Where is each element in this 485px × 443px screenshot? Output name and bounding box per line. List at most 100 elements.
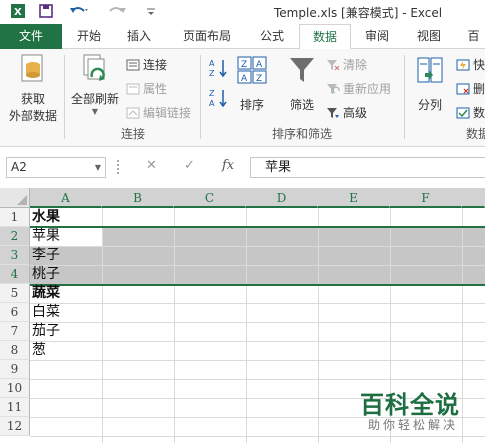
remove-duplicates-button[interactable]: 删	[456, 80, 485, 97]
data-validation-button[interactable]: 数	[456, 104, 485, 121]
formula-input[interactable]: 苹果	[250, 157, 485, 178]
sort-descending-icon: ZA	[209, 89, 227, 108]
svg-text:Z: Z	[209, 89, 215, 98]
split-columns-icon	[410, 55, 450, 88]
properties-icon	[126, 83, 140, 95]
redo-icon[interactable]	[106, 3, 128, 23]
flash-fill-icon	[456, 59, 470, 71]
tab-view[interactable]: 视图	[410, 24, 448, 49]
tab-data[interactable]: 数据	[299, 24, 351, 50]
gridline	[30, 341, 485, 342]
column-header[interactable]: F	[390, 188, 462, 208]
edit-links-button[interactable]: 编辑链接	[126, 104, 191, 121]
selection-border-top	[30, 226, 485, 228]
select-all-button[interactable]	[0, 188, 30, 208]
tab-home[interactable]: 开始	[70, 24, 108, 49]
gridline	[30, 303, 485, 304]
tab-more[interactable]: 百	[462, 24, 485, 49]
database-icon	[4, 53, 62, 88]
group-separator	[200, 55, 201, 139]
filter-button[interactable]: 筛选	[284, 55, 320, 113]
cell-a2[interactable]: 苹果	[32, 227, 60, 246]
get-external-data-button[interactable]: 获取 外部数据	[4, 53, 62, 124]
svg-text:Z: Z	[209, 69, 215, 78]
cell-a3[interactable]: 李子	[32, 246, 60, 265]
row-header[interactable]: 10	[0, 379, 30, 398]
gridline	[318, 208, 319, 443]
connections-button[interactable]: 连接	[126, 56, 167, 73]
connections-icon	[126, 59, 140, 71]
column-header[interactable]: C	[174, 188, 246, 208]
column-header[interactable]: B	[102, 188, 174, 208]
row-header[interactable]: 5	[0, 284, 30, 303]
tab-insert[interactable]: 插入	[120, 24, 158, 49]
row-header[interactable]: 11	[0, 398, 30, 417]
row-header[interactable]: 3	[0, 246, 30, 265]
ribbon-tabs: 文件 开始 插入 页面布局 公式 数据 审阅 视图 百	[0, 24, 485, 50]
row-header[interactable]: 7	[0, 322, 30, 341]
svg-text:A: A	[256, 60, 263, 70]
tab-file[interactable]: 文件	[0, 24, 62, 49]
reapply-button[interactable]: 重新应用	[326, 80, 391, 97]
text-to-columns-button[interactable]: 分列	[410, 55, 450, 113]
chevron-down-icon: ▼	[91, 107, 99, 116]
selection-border-bottom	[30, 284, 485, 286]
gridline	[102, 208, 103, 443]
column-header[interactable]: E	[318, 188, 390, 208]
properties-button[interactable]: 属性	[126, 80, 167, 97]
tab-formulas[interactable]: 公式	[254, 24, 290, 49]
cell-a5[interactable]: 蔬菜	[32, 284, 60, 303]
row-header[interactable]: 1	[0, 208, 30, 227]
gridline	[30, 246, 485, 247]
data-validation-icon	[456, 107, 470, 119]
column-header[interactable]: A	[30, 188, 102, 208]
sort-button[interactable]: ZAAZ 排序	[234, 55, 270, 113]
svg-text:A: A	[209, 59, 215, 68]
chevron-down-icon: ▼	[94, 163, 101, 172]
tab-review[interactable]: 审阅	[358, 24, 396, 49]
resize-handle[interactable]	[117, 160, 120, 174]
tab-page-layout[interactable]: 页面布局	[174, 24, 240, 49]
funnel-icon	[284, 55, 320, 88]
cancel-icon[interactable]: ✕	[146, 158, 157, 173]
flash-fill-button[interactable]: 快	[456, 56, 485, 73]
sort-descending-button[interactable]: ZA	[208, 87, 230, 112]
svg-text:Z: Z	[241, 60, 247, 70]
gridline	[246, 208, 247, 443]
row-header[interactable]: 4	[0, 265, 30, 284]
save-icon[interactable]	[38, 3, 54, 23]
customize-quick-access-icon[interactable]	[146, 3, 156, 23]
ribbon: 获取 外部数据 全部刷新 ▼ 连接 属性 编辑链接 连接 AZ ZA ZAAZ …	[0, 49, 485, 147]
insert-function-icon[interactable]: fx	[222, 158, 234, 173]
cell-a7[interactable]: 茄子	[32, 322, 60, 341]
cell-a4[interactable]: 桃子	[32, 265, 60, 284]
column-header[interactable]	[462, 188, 485, 208]
sort-ascending-button[interactable]: AZ	[208, 57, 230, 82]
row-header[interactable]: 9	[0, 360, 30, 379]
enter-icon[interactable]: ✓	[184, 158, 195, 173]
cell-a1[interactable]: 水果	[32, 208, 60, 227]
cell-a6[interactable]: 白菜	[32, 303, 60, 322]
svg-text:A: A	[241, 74, 248, 84]
cell-a8[interactable]: 葱	[32, 341, 46, 360]
row-header[interactable]: 2	[0, 227, 30, 246]
formula-bar: A2 ▼ ✕ ✓ fx 苹果	[0, 147, 485, 188]
group-separator	[64, 55, 65, 139]
column-header[interactable]: D	[246, 188, 318, 208]
svg-text:Z: Z	[256, 74, 262, 84]
sort-dialog-icon: ZAAZ	[234, 55, 270, 88]
gridline	[174, 208, 175, 443]
watermark: 百科全说 助你轻松解决	[360, 385, 480, 440]
row-header[interactable]: 8	[0, 341, 30, 360]
row-header[interactable]: 12	[0, 417, 30, 436]
group-separator	[404, 55, 405, 139]
row-header[interactable]: 6	[0, 303, 30, 322]
name-box[interactable]: A2 ▼	[6, 157, 106, 178]
advanced-filter-button[interactable]: 高级	[326, 104, 367, 121]
gridline	[30, 265, 485, 266]
excel-logo-icon: X	[10, 3, 26, 23]
undo-icon[interactable]	[68, 3, 90, 23]
refresh-all-button[interactable]: 全部刷新 ▼	[68, 53, 122, 116]
clear-filter-button[interactable]: 清除	[326, 56, 367, 73]
sort-ascending-icon: AZ	[209, 59, 227, 78]
